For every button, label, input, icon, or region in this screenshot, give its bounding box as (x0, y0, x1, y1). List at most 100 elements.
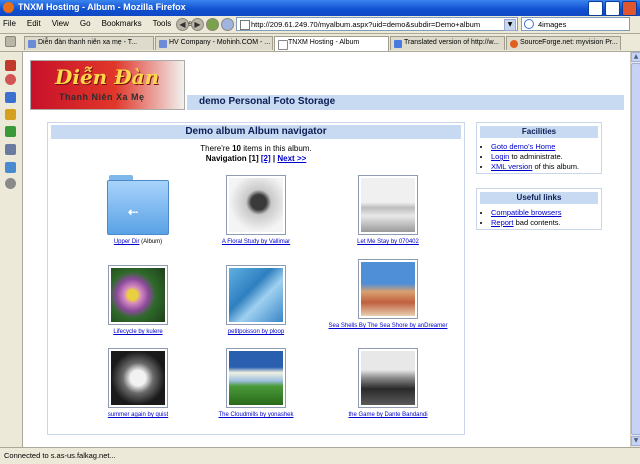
close-button[interactable] (622, 1, 637, 16)
count-prefix: There're (200, 144, 230, 153)
menu-bar: File Edit View Go Bookmarks Tools Help (3, 19, 199, 28)
page-info-icon[interactable] (5, 109, 16, 120)
screen-icon[interactable] (5, 162, 16, 173)
useful-links-title: Useful links (480, 192, 598, 204)
album-item-caption[interactable]: Sea Shells By The Sea Shore by anDreamer (329, 323, 448, 329)
photo-thumbnail[interactable] (358, 175, 418, 235)
tab-tnxm-album[interactable]: TNXM Hosting - Album (274, 36, 389, 51)
forward-button[interactable]: ▶ (191, 18, 204, 31)
page-content: Diễn Đàn Thanh Niên Xa Mẹ demo Personal … (23, 52, 630, 447)
report-link[interactable]: Report (491, 218, 514, 227)
photo-thumbnail[interactable] (226, 348, 286, 408)
window-controls (588, 1, 637, 16)
useful-link-item: Compatible browsers (491, 208, 601, 218)
album-item-caption[interactable]: Lifecycle by kulere (113, 329, 162, 335)
home-icon[interactable] (221, 18, 234, 31)
album-navigator: Demo album Album navigator There're 10 i… (47, 122, 465, 435)
status-bar: Connected to s.as-us.falkag.net... (0, 447, 640, 464)
extensions-icon[interactable] (5, 126, 16, 137)
chevron-down-icon[interactable]: ▼ (504, 19, 516, 31)
address-input[interactable]: http://209.61.249.70/myalbum.aspx?uid=de… (251, 20, 501, 29)
album-item[interactable]: the Game by Dante Bandandi (328, 348, 448, 419)
favicon-icon (28, 40, 36, 48)
navigation-toolbar: File Edit View Go Bookmarks Tools Help ◀… (0, 16, 640, 34)
maximize-button[interactable] (605, 1, 620, 16)
back-button[interactable]: ◀ (176, 18, 189, 31)
scroll-thumb[interactable] (631, 63, 640, 435)
tab-label: Translated version of http://w... (404, 39, 500, 46)
album-item[interactable]: Sea Shells By The Sea Shore by anDreamer (328, 259, 448, 330)
xml-version-link[interactable]: XML version (491, 162, 532, 171)
album-item-caption[interactable]: A Floral Study by Vallimar (222, 239, 290, 245)
status-text: Connected to s.as-us.falkag.net... (4, 451, 116, 460)
album-item[interactable]: ⇠ Upper Dir (Album) (78, 175, 198, 246)
useful-link-text: bad contents. (515, 218, 561, 227)
photo-thumbnail[interactable] (108, 265, 168, 325)
album-item[interactable]: summer again by quist (78, 348, 198, 419)
menu-go[interactable]: Go (80, 19, 91, 28)
favicon-icon (394, 40, 402, 48)
album-item[interactable]: A Floral Study by Vallimar (196, 175, 316, 246)
photo-thumbnail[interactable] (358, 259, 418, 319)
bookmark-icon[interactable] (5, 60, 16, 71)
compatible-browsers-link[interactable]: Compatible browsers (491, 208, 561, 217)
window-title-bar: TNXM Hosting - Album - Mozilla Firefox (0, 0, 640, 16)
menu-bookmarks[interactable]: Bookmarks (102, 19, 142, 28)
menu-file[interactable]: File (3, 19, 16, 28)
album-item-caption[interactable]: the Game by Dante Bandandi (348, 412, 427, 418)
settings-icon[interactable] (5, 178, 16, 189)
useful-links-panel: Useful links Compatible browsers Report … (476, 188, 602, 230)
page-2-link[interactable]: [2] (261, 154, 271, 163)
favicon-icon (510, 40, 518, 48)
album-item-caption[interactable]: summer again by quist (108, 412, 168, 418)
tab-translated[interactable]: Translated version of http://w... (390, 36, 505, 50)
next-page-link[interactable]: Next >> (277, 154, 306, 163)
history-icon[interactable] (5, 74, 16, 85)
folder-icon[interactable]: ⇠ (107, 175, 169, 235)
downloads-icon[interactable] (5, 92, 16, 103)
favicon-icon (278, 40, 288, 50)
menu-view[interactable]: View (52, 19, 69, 28)
minimize-button[interactable] (588, 1, 603, 16)
scroll-down-icon[interactable]: ▼ (631, 436, 640, 446)
mail-icon[interactable] (5, 144, 16, 155)
photo-thumbnail[interactable] (358, 348, 418, 408)
site-logo[interactable]: Diễn Đàn Thanh Niên Xa Mẹ (30, 60, 185, 110)
facility-text: of this album. (534, 162, 580, 171)
facilities-title: Facilities (480, 126, 598, 138)
album-item-caption[interactable]: Let Me Stay by 070402 (357, 239, 419, 245)
facility-item: Goto demo's Home (491, 142, 601, 152)
reload-icon[interactable] (206, 18, 219, 31)
page-icon (240, 20, 250, 30)
address-bar[interactable]: http://209.61.249.70/myalbum.aspx?uid=de… (236, 17, 518, 31)
photo-thumbnail[interactable] (226, 265, 286, 325)
menu-edit[interactable]: Edit (27, 19, 41, 28)
album-item-caption[interactable]: Upper Dir (114, 239, 140, 245)
tab-menu-icon[interactable] (5, 36, 16, 47)
album-item-caption[interactable]: The Cloudmills by yonashek (218, 412, 293, 418)
search-box[interactable]: 4images (521, 17, 630, 31)
search-input[interactable]: 4images (538, 20, 566, 29)
album-item-caption[interactable]: petitpoisson by ploop (228, 329, 284, 335)
useful-link-item: Report bad contents. (491, 218, 601, 228)
album-item[interactable]: Lifecycle by kulere (78, 265, 198, 336)
album-item-type: (Album) (141, 239, 163, 245)
menu-tools[interactable]: Tools (153, 19, 172, 28)
item-count-text: There're 10 items in this album. (48, 144, 464, 153)
tab-sourceforge[interactable]: SourceForge.net: myvision Pr... (506, 36, 621, 50)
photo-thumbnail[interactable] (226, 175, 286, 235)
search-engine-icon[interactable] (524, 19, 534, 29)
album-item[interactable]: The Cloudmills by yonashek (196, 348, 316, 419)
goto-home-link[interactable]: Goto demo's Home (491, 142, 555, 151)
scroll-up-icon[interactable]: ▲ (631, 52, 640, 62)
vertical-scrollbar[interactable]: ▲ ▼ (630, 52, 640, 447)
photo-thumbnail[interactable] (108, 348, 168, 408)
tab-hv-company[interactable]: HV Company - Mohinh.COM - ... (155, 36, 273, 50)
pagination: Navigation [1] [2] | Next >> (48, 154, 464, 163)
site-header-title: demo Personal Foto Storage (199, 96, 336, 107)
login-link[interactable]: Login (491, 152, 509, 161)
album-item[interactable]: Let Me Stay by 070402 (328, 175, 448, 246)
album-item[interactable]: petitpoisson by ploop (196, 265, 316, 336)
logo-subtitle: Thanh Niên Xa Mẹ (59, 92, 145, 102)
tab-dien-dan[interactable]: Diễn đàn thanh niên xa mẹ - T... (24, 36, 154, 50)
